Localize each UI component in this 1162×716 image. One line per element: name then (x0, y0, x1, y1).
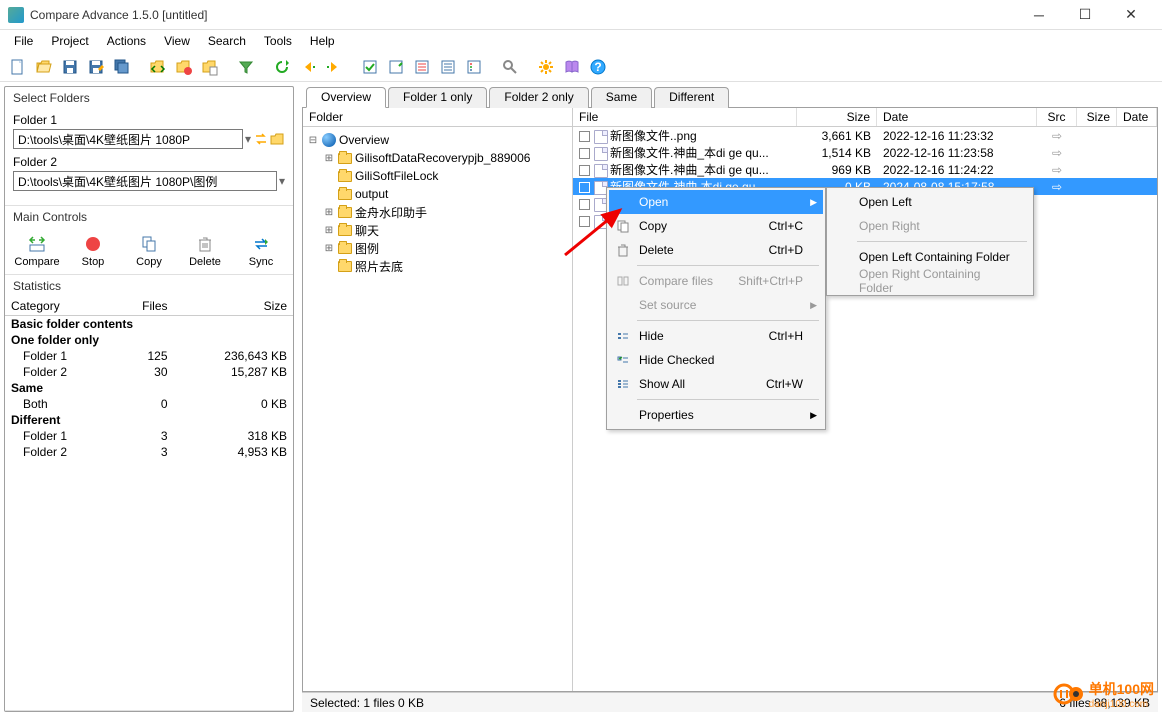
stop-icon[interactable] (172, 55, 196, 79)
ctx-hide[interactable]: HideCtrl+H (609, 324, 823, 348)
delete-button[interactable]: Delete (183, 234, 227, 268)
ctx-show-all[interactable]: Show AllCtrl+W (609, 372, 823, 396)
watermark-icon (1053, 678, 1085, 710)
toolbar: ? (0, 52, 1162, 82)
gear-icon[interactable] (534, 55, 558, 79)
uncheckall-icon[interactable] (384, 55, 408, 79)
stats-row: Folder 13318 KB (5, 428, 293, 444)
menu-file[interactable]: File (6, 32, 41, 50)
ctx-open-right: Open Right (829, 214, 1031, 238)
ctx-set-source: Set source▶ (609, 293, 823, 317)
tree-node[interactable]: 照片去底 (307, 257, 568, 275)
arrow-right-icon[interactable] (322, 55, 346, 79)
menu-actions[interactable]: Actions (99, 32, 154, 50)
checkall-icon[interactable] (358, 55, 382, 79)
titlebar: Compare Advance 1.5.0 [untitled] ─ ☐ ✕ (0, 0, 1162, 30)
folder-tree-pane: Folder ⊟Overview⊞GilisoftDataRecoverypjb… (303, 108, 573, 691)
context-submenu[interactable]: Open LeftOpen Right Open Left Containing … (826, 187, 1034, 296)
book-icon[interactable] (560, 55, 584, 79)
tab-same[interactable]: Same (591, 87, 652, 108)
folder1-label: Folder 1 (13, 113, 285, 127)
file-row[interactable]: 新图像文件.神曲_本di ge qu... 969 KB 2022-12-16 … (573, 161, 1157, 178)
menu-tools[interactable]: Tools (256, 32, 300, 50)
tree-node[interactable]: ⊞聊天 (307, 221, 568, 239)
file-row[interactable]: 新图像文件..png 3,661 KB 2022-12-16 11:23:32 … (573, 127, 1157, 144)
ctx-open[interactable]: Open▶ (609, 190, 823, 214)
tab-folder2only[interactable]: Folder 2 only (489, 87, 588, 108)
tree-node[interactable]: GiliSoftFileLock (307, 167, 568, 185)
tab-folder1only[interactable]: Folder 1 only (388, 87, 487, 108)
ctx-hide-checked[interactable]: Hide Checked (609, 348, 823, 372)
menubar: File Project Actions View Search Tools H… (0, 30, 1162, 52)
ctx-open-left-containing-folder[interactable]: Open Left Containing Folder (829, 245, 1031, 269)
select-folders-header: Select Folders (5, 87, 293, 109)
app-icon (8, 7, 24, 23)
stats-row: Both00 KB (5, 396, 293, 412)
maximize-button[interactable]: ☐ (1062, 0, 1108, 30)
folder2-label: Folder 2 (13, 155, 285, 169)
menu-search[interactable]: Search (200, 32, 254, 50)
statistics-header: Statistics (5, 275, 293, 297)
new-icon[interactable] (6, 55, 30, 79)
tree-node[interactable]: output (307, 185, 568, 203)
stats-row: Folder 23015,287 KB (5, 364, 293, 380)
refresh-icon[interactable] (270, 55, 294, 79)
browse1-icon[interactable] (269, 131, 285, 147)
listblue-icon[interactable] (436, 55, 460, 79)
tab-different[interactable]: Different (654, 87, 729, 108)
tree-node[interactable]: ⊞GilisoftDataRecoverypjb_889006 (307, 149, 568, 167)
savecopy-icon[interactable] (110, 55, 134, 79)
file-header: File Size Date Src Size Date (573, 108, 1157, 127)
ctx-delete[interactable]: DeleteCtrl+D (609, 238, 823, 262)
swap-icon[interactable] (253, 131, 269, 147)
folder2-input[interactable] (13, 171, 277, 191)
window-controls: ─ ☐ ✕ (1016, 0, 1154, 30)
stats-row: Folder 1125236,643 KB (5, 348, 293, 364)
context-menu[interactable]: Open▶CopyCtrl+CDeleteCtrl+D Compare files… (606, 187, 826, 430)
copy-button[interactable]: Copy (127, 234, 171, 268)
folder1-input[interactable] (13, 129, 243, 149)
search-icon[interactable] (498, 55, 522, 79)
ctx-copy[interactable]: CopyCtrl+C (609, 214, 823, 238)
tabs: Overview Folder 1 only Folder 2 only Sam… (302, 86, 1158, 108)
window-title: Compare Advance 1.5.0 [untitled] (30, 8, 1016, 22)
file-row[interactable]: 新图像文件.神曲_本di ge qu... 1,514 KB 2022-12-1… (573, 144, 1157, 161)
menu-help[interactable]: Help (302, 32, 343, 50)
menu-view[interactable]: View (156, 32, 198, 50)
ctx-open-left[interactable]: Open Left (829, 190, 1031, 214)
compare-icon[interactable] (146, 55, 170, 79)
open-icon[interactable] (32, 55, 56, 79)
ctx-compare-files: Compare filesShift+Ctrl+P (609, 269, 823, 293)
filter-icon[interactable] (234, 55, 258, 79)
tab-overview[interactable]: Overview (306, 87, 386, 108)
left-panel: Select Folders Folder 1 ▾ Folder 2 ▾ (4, 86, 294, 712)
listgreen-icon[interactable] (462, 55, 486, 79)
close-button[interactable]: ✕ (1108, 0, 1154, 30)
compare-button[interactable]: Compare (15, 234, 59, 268)
tree-node[interactable]: ⊞金舟水印助手 (307, 203, 568, 221)
copy-icon[interactable] (198, 55, 222, 79)
list-icon[interactable] (410, 55, 434, 79)
watermark: 单机100网 danji100.com (1053, 678, 1154, 710)
saveas-icon[interactable] (84, 55, 108, 79)
svg-text:?: ? (594, 60, 601, 74)
tree-node[interactable]: ⊟Overview (307, 131, 568, 149)
stop-button[interactable]: Stop (71, 234, 115, 268)
save-icon[interactable] (58, 55, 82, 79)
statistics-table: Category Files Size Basic folder content… (5, 297, 293, 460)
status-left: Selected: 1 files 0 KB (310, 696, 424, 710)
arrow-left-icon[interactable] (296, 55, 320, 79)
help-icon[interactable]: ? (586, 55, 610, 79)
ctx-open-right-containing-folder: Open Right Containing Folder (829, 269, 1031, 293)
main-controls-header: Main Controls (5, 206, 293, 228)
stats-row: Folder 234,953 KB (5, 444, 293, 460)
minimize-button[interactable]: ─ (1016, 0, 1062, 30)
tree-node[interactable]: ⊞图例 (307, 239, 568, 257)
sync-button[interactable]: Sync (239, 234, 283, 268)
menu-project[interactable]: Project (43, 32, 96, 50)
ctx-properties[interactable]: Properties▶ (609, 403, 823, 427)
statusbar: Selected: 1 files 0 KB 6 files 88,139 KB (302, 692, 1158, 712)
